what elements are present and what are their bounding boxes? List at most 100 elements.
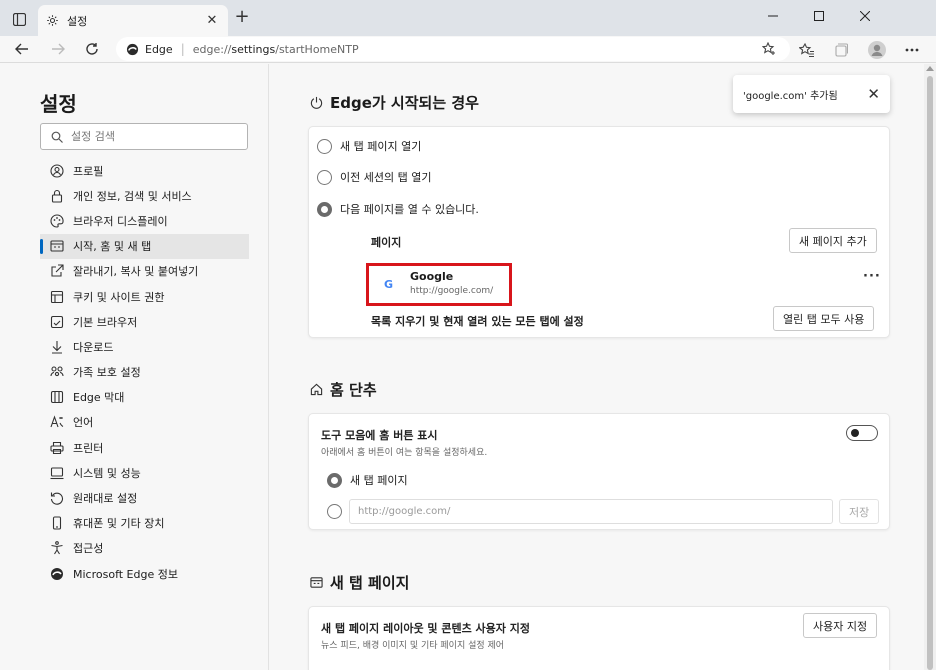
- favorites-button[interactable]: [796, 40, 816, 60]
- tab-close-icon[interactable]: ✕: [204, 13, 220, 28]
- sidebar-item-label: 시작, 홈 및 새 탭: [73, 240, 152, 254]
- sidebar-item-label: 접근성: [73, 542, 104, 556]
- url-separator: |: [180, 42, 185, 56]
- address-bar: Edge | edge://settings/startHomeNTP: [0, 36, 936, 63]
- sidebar-item-downloads[interactable]: 다운로드: [40, 334, 249, 359]
- scrollbar[interactable]: [924, 64, 936, 670]
- sidebar-item-edge-bar[interactable]: Edge 막대: [40, 385, 249, 410]
- radio-button[interactable]: [317, 169, 332, 185]
- sidebar-item-label: 개인 정보, 검색 및 서비스: [73, 189, 192, 203]
- sidebar-item-phone[interactable]: 휴대폰 및 기타 장치: [40, 511, 249, 536]
- sidebar-item-share[interactable]: 잘라내기, 복사 및 붙여넣기: [40, 259, 249, 284]
- more-horizontal-icon: [905, 48, 919, 52]
- sidebar-item-label: Microsoft Edge 정보: [73, 567, 178, 581]
- start-icon: [50, 239, 64, 253]
- search-input[interactable]: [71, 130, 231, 143]
- url-bar[interactable]: Edge | edge://settings/startHomeNTP: [116, 37, 790, 61]
- show-home-toggle[interactable]: [846, 425, 878, 441]
- tab-settings[interactable]: 설정 ✕: [38, 5, 228, 36]
- sidebar-item-cookies[interactable]: 쿠키 및 사이트 권한: [40, 284, 249, 309]
- sidebar-item-label: 프로필: [73, 164, 104, 178]
- scroll-up-arrow[interactable]: [926, 66, 934, 71]
- tab-actions-icon: [12, 12, 26, 26]
- close-window-button[interactable]: [842, 0, 888, 32]
- search-icon: [51, 131, 63, 143]
- site-name: Edge: [145, 42, 173, 56]
- radio-button-selected[interactable]: [317, 201, 332, 217]
- back-button[interactable]: [10, 38, 34, 60]
- refresh-button[interactable]: [80, 38, 104, 60]
- sidebar-item-privacy[interactable]: 개인 정보, 검색 및 서비스: [40, 183, 249, 208]
- power-icon: [308, 95, 324, 111]
- phone-icon: [50, 516, 64, 530]
- language-icon: [50, 415, 64, 429]
- edge-logo-icon: [50, 567, 64, 581]
- favorite-add-button[interactable]: [760, 40, 778, 58]
- sidebar-item-default-browser[interactable]: 기본 브라우저: [40, 309, 249, 334]
- collections-button[interactable]: [831, 40, 851, 60]
- home-option-url-radio[interactable]: [327, 504, 342, 519]
- sidebar-item-start-home[interactable]: 시작, 홈 및 새 탭: [40, 233, 249, 259]
- sidebar-nav: 프로필 개인 정보, 검색 및 서비스 브라우저 디스플레이 시작, 홈 및 새…: [40, 158, 249, 586]
- sidebar-item-appearance[interactable]: 브라우저 디스플레이: [40, 208, 249, 233]
- customize-label: 새 탭 페이지 레이아웃 및 콘텐츠 사용자 지정: [321, 622, 530, 635]
- home-option-newtab[interactable]: 새 탭 페이지: [327, 472, 408, 488]
- sidebar-item-label: 언어: [73, 416, 94, 430]
- star-add-icon: [762, 42, 775, 55]
- sidebar-item-profile[interactable]: 프로필: [40, 158, 249, 183]
- sidebar-item-label: 기본 브라우저: [73, 315, 138, 329]
- page-url: http://google.com/: [410, 286, 494, 296]
- sidebar-title: 설정: [40, 92, 77, 116]
- sidebar-item-label: 프린터: [73, 441, 104, 455]
- sidebar-item-about[interactable]: Microsoft Edge 정보: [40, 561, 249, 586]
- page-more-button[interactable]: ···: [863, 269, 881, 284]
- sidebar-item-label: 가족 보호 설정: [73, 366, 141, 380]
- startup-option-previous[interactable]: 이전 세션의 탭 열기: [317, 169, 431, 185]
- sidebar-item-system[interactable]: 시스템 및 성능: [40, 460, 249, 485]
- sidebar-item-reset[interactable]: 원래대로 설정: [40, 485, 249, 510]
- customize-sublabel: 뉴스 피드, 배경 이미지 및 기타 페이지 설정 제어: [321, 641, 505, 651]
- download-icon: [50, 340, 64, 354]
- home-icon: [308, 382, 324, 398]
- home-url-input[interactable]: [349, 499, 833, 524]
- startup-option-newtab[interactable]: 새 탭 페이지 열기: [317, 138, 421, 154]
- avatar-icon: [868, 41, 886, 59]
- sidebar-item-accessibility[interactable]: 접근성: [40, 536, 249, 561]
- add-page-button[interactable]: 새 페이지 추가: [789, 228, 877, 253]
- use-all-open-tabs-button[interactable]: 열린 탭 모두 사용: [773, 306, 875, 331]
- forward-button[interactable]: [46, 38, 70, 60]
- clear-list-label: 목록 지우기 및 현재 열려 있는 모든 탭에 설정: [371, 315, 584, 328]
- page-name: Google: [410, 270, 454, 283]
- new-tab-button[interactable]: +: [232, 8, 252, 28]
- family-icon: [50, 365, 64, 379]
- forward-arrow-icon: [52, 43, 65, 55]
- scroll-thumb[interactable]: [927, 76, 933, 670]
- sidebar-item-family[interactable]: 가족 보호 설정: [40, 360, 249, 385]
- favorites-icon: [798, 42, 814, 57]
- sidebar-item-printers[interactable]: 프린터: [40, 435, 249, 460]
- startup-section-title: Edge가 시작되는 경우: [308, 92, 479, 113]
- lock-icon: [50, 189, 64, 203]
- radio-button-selected[interactable]: [327, 472, 342, 488]
- sidebar-item-languages[interactable]: 언어: [40, 410, 249, 435]
- profile-button[interactable]: [867, 40, 887, 60]
- toast-close-icon[interactable]: ✕: [867, 85, 880, 103]
- save-button[interactable]: 저장: [839, 499, 880, 524]
- page-entry-google: G Google http://google.com/: [366, 263, 512, 306]
- startup-option-pages[interactable]: 다음 페이지를 열 수 있습니다.: [317, 201, 479, 217]
- radio-button[interactable]: [317, 138, 332, 154]
- newtab-card: 새 탭 페이지 레이아웃 및 콘텐츠 사용자 지정 뉴스 피드, 배경 이미지 …: [308, 606, 890, 670]
- tab-actions-button[interactable]: [8, 8, 30, 30]
- minimize-button[interactable]: [750, 0, 796, 32]
- cookie-icon: [50, 290, 64, 304]
- settings-more-button[interactable]: [902, 40, 922, 60]
- settings-search[interactable]: [40, 123, 248, 150]
- gear-icon: [47, 15, 58, 26]
- toast-text: 'google.com' 추가됨: [743, 90, 838, 102]
- settings-main: Edge가 시작되는 경우 새 탭 페이지 열기 이전 세션의 탭 열기 다음 …: [270, 64, 924, 670]
- sidebar-item-label: 잘라내기, 복사 및 붙여넣기: [73, 265, 199, 279]
- pages-label: 페이지: [371, 236, 402, 249]
- home-section-title: 홈 단추: [308, 379, 377, 400]
- maximize-button[interactable]: [796, 0, 842, 32]
- customize-button[interactable]: 사용자 지정: [803, 613, 878, 638]
